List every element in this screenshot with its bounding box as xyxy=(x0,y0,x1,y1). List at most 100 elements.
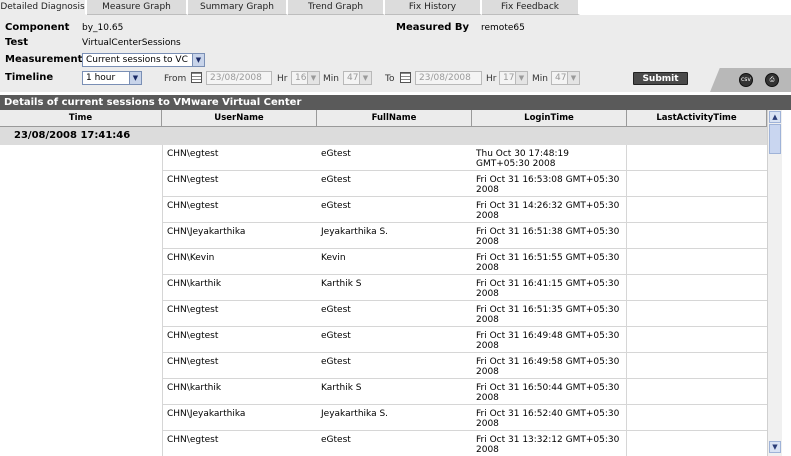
table-row: CHN\Jeyakarthika Jeyakarthika S. Fri Oct 3… xyxy=(0,405,767,431)
fullname-cell: Karthik S xyxy=(317,275,472,301)
scroll-up-icon[interactable]: ▲ xyxy=(769,111,781,123)
fullname-cell: eGtest xyxy=(317,327,472,353)
table-header: Time UserName FullName LoginTime LastAct… xyxy=(0,110,767,127)
fullname-cell: Karthik S xyxy=(317,379,472,405)
tab-bar: Detailed Diagnosis Measure Graph Summary… xyxy=(0,0,791,15)
username-cell: CHN\egtest xyxy=(162,145,317,171)
print-icon[interactable]: ⎙ xyxy=(765,73,779,87)
fullname-cell: Jeyakarthika S. xyxy=(317,405,472,431)
scroll-down-icon[interactable]: ▼ xyxy=(769,441,781,453)
vertical-scrollbar[interactable]: ▲ ▼ xyxy=(767,110,782,456)
col-lastactivity-header[interactable]: LastActivityTime xyxy=(627,110,767,127)
section-title: Details of current sessions to VMware Vi… xyxy=(0,95,791,110)
lastactivity-cell xyxy=(627,353,767,379)
sessions-table: Time UserName FullName LoginTime LastAct… xyxy=(0,110,767,456)
lastactivity-cell xyxy=(627,327,767,353)
logintime-cell: Fri Oct 31 16:41:15 GMT+05:30 2008 xyxy=(472,275,627,301)
fullname-cell: eGtest xyxy=(317,171,472,197)
fullname-cell: eGtest xyxy=(317,301,472,327)
to-hr-select[interactable]: 17 ▼ xyxy=(499,71,528,85)
tab-measure-graph[interactable]: Measure Graph xyxy=(87,0,188,15)
username-cell: CHN\egtest xyxy=(162,197,317,223)
csv-icon[interactable]: csv xyxy=(739,73,753,87)
from-hr-select[interactable]: 16 ▼ xyxy=(291,71,320,85)
to-min-select[interactable]: 47 ▼ xyxy=(551,71,580,85)
table-row: CHN\egtest eGtest Fri Oct 31 14:26:32 GMT+… xyxy=(0,197,767,223)
table-row: CHN\egtest eGtest Fri Oct 31 16:49:58 GMT+… xyxy=(0,353,767,379)
username-cell: CHN\egtest xyxy=(162,353,317,379)
col-fullname-header[interactable]: FullName xyxy=(317,110,472,127)
measurement-select-value: Current sessions to VC xyxy=(86,55,188,65)
component-label: Component xyxy=(5,22,70,33)
measurement-label: Measurement xyxy=(5,54,83,65)
col-logintime-header[interactable]: LoginTime xyxy=(472,110,627,127)
lastactivity-cell xyxy=(627,197,767,223)
timeline-select[interactable]: 1 hour ▼ xyxy=(82,71,142,85)
from-date-field[interactable]: 23/08/2008 xyxy=(206,71,272,85)
tab-detailed-diagnosis[interactable]: Detailed Diagnosis xyxy=(0,0,87,15)
chevron-down-icon: ▼ xyxy=(359,72,371,84)
lastactivity-cell xyxy=(627,145,767,171)
table-row: CHN\egtest eGtest Fri Oct 31 16:49:48 GMT+… xyxy=(0,327,767,353)
group-time-row: 23/08/2008 17:41:46 xyxy=(0,127,767,145)
timeline-select-value: 1 hour xyxy=(86,73,116,83)
export-icon-bar: csv ⎙ xyxy=(710,68,791,92)
from-min-label: Min xyxy=(323,74,339,84)
chevron-down-icon: ▼ xyxy=(515,72,527,84)
logintime-cell: Thu Oct 30 17:48:19 GMT+05:30 2008 xyxy=(472,145,627,171)
chevron-down-icon: ▼ xyxy=(567,72,579,84)
chevron-down-icon: ▼ xyxy=(129,72,141,84)
logintime-cell: Fri Oct 31 16:50:44 GMT+05:30 2008 xyxy=(472,379,627,405)
col-username-header[interactable]: UserName xyxy=(162,110,317,127)
to-hr-label: Hr xyxy=(486,74,497,84)
fullname-cell: Kevin xyxy=(317,249,472,275)
lastactivity-cell xyxy=(627,171,767,197)
scroll-thumb[interactable] xyxy=(769,124,781,154)
tab-trend-graph[interactable]: Trend Graph xyxy=(288,0,385,15)
measured-by-value: remote65 xyxy=(481,23,525,33)
lastactivity-cell xyxy=(627,249,767,275)
from-label: From xyxy=(164,74,187,84)
fullname-cell: eGtest xyxy=(317,431,472,456)
username-cell: CHN\Kevin xyxy=(162,249,317,275)
tab-fix-history[interactable]: Fix History xyxy=(385,0,482,15)
logintime-cell: Fri Oct 31 14:26:32 GMT+05:30 2008 xyxy=(472,197,627,223)
measurement-select[interactable]: Current sessions to VC ▼ xyxy=(82,53,205,67)
tab-summary-graph[interactable]: Summary Graph xyxy=(188,0,288,15)
chevron-down-icon: ▼ xyxy=(192,54,204,66)
fullname-cell: eGtest xyxy=(317,145,472,171)
fullname-cell: eGtest xyxy=(317,197,472,223)
username-cell: CHN\egtest xyxy=(162,431,317,456)
from-hr-value: 16 xyxy=(295,73,307,83)
username-cell: CHN\Jeyakarthika xyxy=(162,223,317,249)
logintime-cell: Fri Oct 31 16:53:08 GMT+05:30 2008 xyxy=(472,171,627,197)
table-row: CHN\karthik Karthik S Fri Oct 31 16:41:15 … xyxy=(0,275,767,301)
to-hr-value: 17 xyxy=(503,73,515,83)
chevron-down-icon: ▼ xyxy=(307,72,319,84)
lastactivity-cell xyxy=(627,223,767,249)
submit-button[interactable]: Submit xyxy=(633,72,688,85)
username-cell: CHN\egtest xyxy=(162,171,317,197)
lastactivity-cell xyxy=(627,405,767,431)
lastactivity-cell xyxy=(627,379,767,405)
tab-fix-feedback[interactable]: Fix Feedback xyxy=(482,0,580,15)
table-row: CHN\karthik Karthik S Fri Oct 31 16:50:44 … xyxy=(0,379,767,405)
table-row: CHN\egtest eGtest Thu Oct 30 17:48:19 GMT+… xyxy=(0,145,767,171)
to-label: To xyxy=(385,74,395,84)
username-cell: CHN\Jeyakarthika xyxy=(162,405,317,431)
username-cell: CHN\egtest xyxy=(162,327,317,353)
table-row: CHN\Jeyakarthika Jeyakarthika S. Fri Oct 3… xyxy=(0,223,767,249)
test-label: Test xyxy=(5,37,29,48)
logintime-cell: Fri Oct 31 13:32:12 GMT+05:30 2008 xyxy=(472,431,627,456)
timeline-label: Timeline xyxy=(5,72,54,83)
from-min-select[interactable]: 47 ▼ xyxy=(343,71,372,85)
lastactivity-cell xyxy=(627,275,767,301)
calendar-icon[interactable] xyxy=(400,72,411,83)
from-min-value: 47 xyxy=(347,73,359,83)
to-date-field[interactable]: 23/08/2008 xyxy=(415,71,482,85)
logintime-cell: Fri Oct 31 16:49:58 GMT+05:30 2008 xyxy=(472,353,627,379)
table-row: CHN\egtest eGtest Fri Oct 31 13:32:12 GMT+… xyxy=(0,431,767,456)
logintime-cell: Fri Oct 31 16:52:40 GMT+05:30 2008 xyxy=(472,405,627,431)
calendar-icon[interactable] xyxy=(191,72,202,83)
col-time-header[interactable]: Time xyxy=(0,110,162,127)
